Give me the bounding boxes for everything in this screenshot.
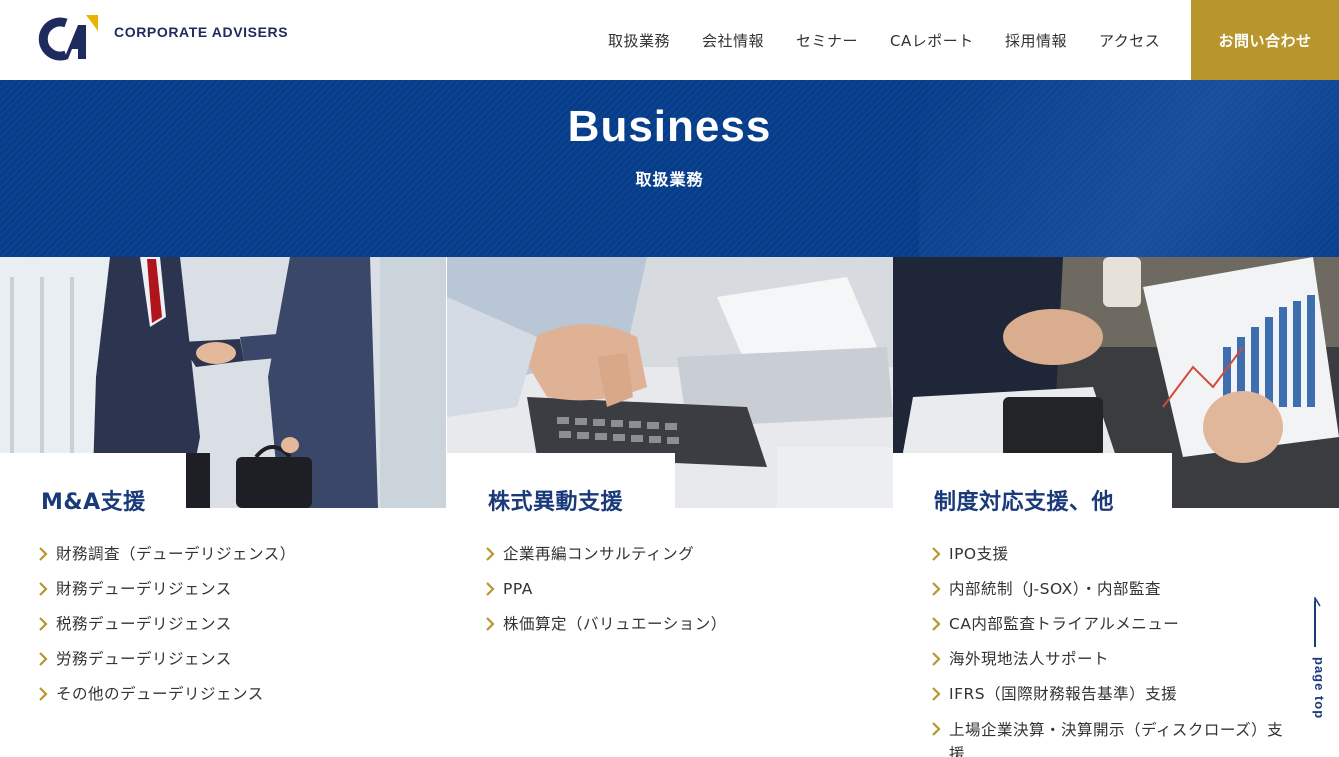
list-item-label: 内部統制（J-SOX）・内部監査: [949, 580, 1162, 598]
list-item-label: CA内部監査トライアルメニュー: [949, 615, 1180, 633]
list-item-label: その他のデューデリジェンス: [56, 685, 264, 703]
list-item-label: PPA: [503, 580, 533, 598]
list-item-label: 財務調査（デューデリジェンス）: [56, 545, 296, 563]
card-title[interactable]: 制度対応支援、他: [934, 484, 1114, 516]
nav-recruit[interactable]: 採用情報: [1005, 30, 1067, 51]
list-item-label: 株価算定（バリュエーション）: [503, 615, 727, 633]
chevron-right-icon: [486, 617, 495, 631]
list-item[interactable]: 内部統制（J-SOX）・内部監査: [931, 578, 1299, 613]
chevron-right-icon: [39, 652, 48, 666]
list-item[interactable]: PPA: [485, 578, 727, 613]
card-title[interactable]: M&A支援: [41, 484, 146, 516]
list-item-label: 海外現地法人サポート: [949, 650, 1110, 668]
list-item[interactable]: 海外現地法人サポート: [931, 648, 1299, 683]
service-list: 財務調査（デューデリジェンス） 財務デューデリジェンス 税務デューデリジェンス …: [38, 543, 296, 718]
service-card-compliance: 制度対応支援、他 IPO支援 内部統制（J-SOX）・内部監査 CA内部監査トラ…: [893, 257, 1339, 757]
list-item[interactable]: 企業再編コンサルティング: [485, 543, 727, 578]
nav-company[interactable]: 会社情報: [702, 30, 764, 51]
chevron-right-icon: [932, 652, 941, 666]
list-item-label: 労務デューデリジェンス: [56, 650, 232, 668]
page-top-button[interactable]: page top: [1303, 597, 1327, 727]
service-list: 企業再編コンサルティング PPA 株価算定（バリュエーション）: [485, 543, 727, 648]
chevron-right-icon: [39, 582, 48, 596]
page-top-line: [1314, 601, 1316, 647]
chevron-right-icon: [932, 547, 941, 561]
list-item-label: IPO支援: [949, 545, 1009, 563]
list-item[interactable]: 税務デューデリジェンス: [38, 613, 296, 648]
page-top-label: page top: [1312, 657, 1327, 720]
chevron-right-icon: [486, 547, 495, 561]
nav-ca-report[interactable]: CAレポート: [890, 30, 974, 51]
nav-seminar[interactable]: セミナー: [796, 30, 858, 51]
service-card-ma: M&A支援 財務調査（デューデリジェンス） 財務デューデリジェンス 税務デューデ…: [0, 257, 446, 757]
list-item[interactable]: IFRS（国際財務報告基準）支援: [931, 683, 1299, 718]
chevron-right-icon: [39, 687, 48, 701]
card-title[interactable]: 株式異動支援: [488, 484, 623, 516]
list-item[interactable]: その他のデューデリジェンス: [38, 683, 296, 718]
chevron-right-icon: [486, 582, 495, 596]
list-item[interactable]: 財務調査（デューデリジェンス）: [38, 543, 296, 578]
service-card-stock: 株式異動支援 企業再編コンサルティング PPA 株価算定（バリュエーション）: [447, 257, 893, 757]
list-item-label: 企業再編コンサルティング: [503, 545, 695, 563]
chevron-right-icon: [932, 582, 941, 596]
list-item[interactable]: 株価算定（バリュエーション）: [485, 613, 727, 648]
main-nav: 取扱業務 会社情報 セミナー CAレポート 採用情報 アクセス: [0, 30, 1339, 54]
list-item[interactable]: 上場企業決算・決算開示（ディスクローズ）支援: [931, 718, 1299, 757]
list-item-label: 財務デューデリジェンス: [56, 580, 232, 598]
list-item-label: IFRS（国際財務報告基準）支援: [949, 685, 1178, 703]
contact-button[interactable]: お問い合わせ: [1191, 0, 1339, 80]
chevron-right-icon: [932, 687, 941, 701]
chevron-right-icon: [932, 617, 941, 631]
service-list: IPO支援 内部統制（J-SOX）・内部監査 CA内部監査トライアルメニュー 海…: [931, 543, 1299, 757]
list-item-label: 税務デューデリジェンス: [56, 615, 232, 633]
list-item[interactable]: CA内部監査トライアルメニュー: [931, 613, 1299, 648]
nav-business[interactable]: 取扱業務: [608, 30, 670, 51]
chevron-right-icon: [39, 617, 48, 631]
list-item[interactable]: IPO支援: [931, 543, 1299, 578]
list-item[interactable]: 労務デューデリジェンス: [38, 648, 296, 683]
list-item[interactable]: 財務デューデリジェンス: [38, 578, 296, 613]
page-title: Business: [567, 102, 772, 151]
chevron-right-icon: [932, 722, 941, 736]
page-hero: Business 取扱業務: [0, 80, 1339, 257]
page-subtitle: 取扱業務: [635, 170, 704, 189]
site-header: CORPORATE ADVISERS 取扱業務 会社情報 セミナー CAレポート…: [0, 0, 1339, 80]
nav-access[interactable]: アクセス: [1099, 30, 1160, 51]
list-item-label: 上場企業決算・決算開示（ディスクローズ）支援: [949, 721, 1284, 757]
chevron-right-icon: [39, 547, 48, 561]
